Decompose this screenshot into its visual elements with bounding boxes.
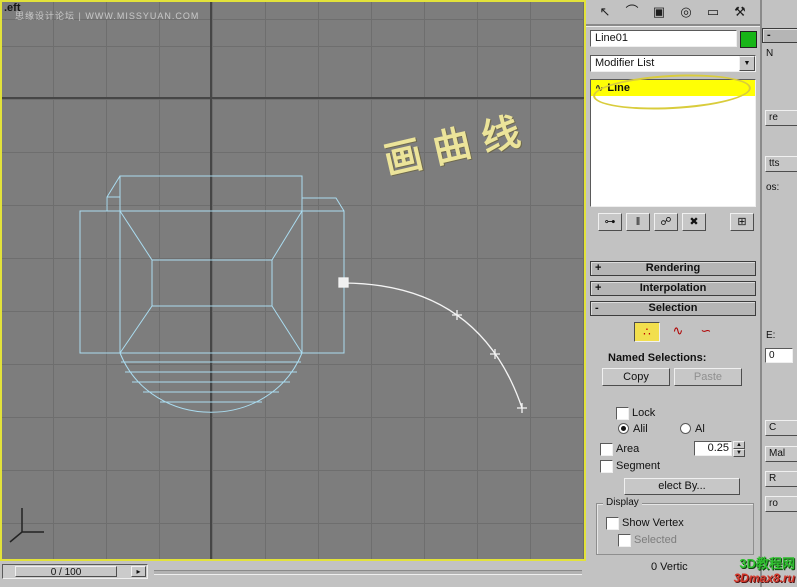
- watermark-line1: 3D教程网: [739, 556, 795, 571]
- modifier-stack-list[interactable]: ∿ Line: [590, 79, 756, 207]
- display-group-title: Display: [603, 497, 642, 508]
- viewport-geometry: [9, 175, 527, 543]
- select-arrow-icon[interactable]: ↖: [592, 2, 618, 22]
- strip-button[interactable]: C: [765, 420, 797, 436]
- strip-value-field[interactable]: 0: [765, 348, 793, 363]
- rollout-rendering-title: Rendering: [645, 262, 701, 274]
- line-modifier-icon: ∿: [595, 83, 604, 94]
- spline-vertex-markers: [338, 277, 527, 413]
- strip-button[interactable]: R: [765, 471, 797, 487]
- segment-subobject-icon[interactable]: ∿: [666, 322, 690, 342]
- remove-modifier-icon[interactable]: ✖: [682, 213, 706, 231]
- collapse-minus-icon: -: [767, 29, 771, 41]
- segment-checkbox[interactable]: [600, 460, 613, 473]
- strip-button[interactable]: Mal: [765, 446, 797, 462]
- area-label: Area: [616, 443, 640, 455]
- spline-subobject-icon[interactable]: ∽: [694, 322, 718, 342]
- configure-modifier-sets-icon[interactable]: ⊞: [730, 213, 754, 231]
- spinner-up-icon[interactable]: ▲: [733, 441, 745, 449]
- modify-tab-icon[interactable]: ⌒: [619, 2, 645, 22]
- strip-label: os:: [766, 182, 780, 193]
- modifier-stack-item-label: Line: [607, 82, 631, 94]
- 3dsmax-window: .eft 思缘设计论坛 | WWW.MISSYUAN.COM 画曲线 ↖ ⌒ ▣…: [0, 0, 797, 587]
- selected-only-checkbox[interactable]: [618, 534, 631, 547]
- axis-tripod-icon: [9, 508, 44, 543]
- display-tab-icon[interactable]: ▭: [700, 2, 726, 22]
- right-panel-strip: - N re tts os: E: 0 C Mal R ro: [760, 0, 797, 587]
- vertex-start-marker: [338, 277, 349, 288]
- area-threshold-field[interactable]: 0.25: [694, 441, 732, 456]
- vertex-plus-marker: [517, 403, 527, 413]
- track-bar-groove: [154, 570, 582, 575]
- watermark-missyuan: 思缘设计论坛 | WWW.MISSYUAN.COM: [15, 11, 200, 21]
- show-vertex-checkbox[interactable]: [606, 517, 619, 530]
- all-radio[interactable]: [680, 423, 691, 434]
- time-slider-track[interactable]: 0 / 100 ▸: [2, 564, 148, 579]
- rollout-interpolation-title: Interpolation: [639, 282, 707, 294]
- vertex-subobject-button[interactable]: ∴: [634, 322, 660, 342]
- alike-radio[interactable]: [618, 423, 629, 434]
- motion-tab-icon[interactable]: ◎: [673, 2, 699, 22]
- box-unfold-wireframe: [79, 175, 345, 413]
- object-name-field[interactable]: Line01: [590, 30, 737, 47]
- show-vertex-label: Show Vertex: [622, 517, 684, 529]
- make-unique-icon[interactable]: ☍: [654, 213, 678, 231]
- time-slider-bar: 0 / 100 ▸: [0, 561, 586, 587]
- rollout-rendering[interactable]: + Rendering: [590, 261, 756, 276]
- spinner-down-icon[interactable]: ▼: [733, 449, 745, 457]
- rollout-selection[interactable]: - Selection: [590, 301, 756, 316]
- strip-rollout-header[interactable]: -: [762, 28, 797, 43]
- vertex-plus-marker: [452, 310, 462, 320]
- strip-button[interactable]: ro: [765, 496, 797, 512]
- utilities-tab-icon[interactable]: ⚒: [727, 2, 753, 22]
- rollout-selection-title: Selection: [648, 302, 698, 314]
- segment-label: Segment: [616, 460, 661, 472]
- chevron-down-icon[interactable]: ▼: [739, 56, 755, 71]
- strip-button[interactable]: re: [765, 110, 797, 126]
- watermark-3dmax8: 3D教程网 3Dmax8.ru: [733, 556, 795, 586]
- named-selections-label: Named Selections:: [608, 352, 707, 364]
- area-checkbox[interactable]: [600, 443, 613, 456]
- time-slider-handle[interactable]: 0 / 100: [15, 566, 117, 577]
- strip-button[interactable]: tts: [765, 156, 797, 172]
- rollout-interpolation[interactable]: + Interpolation: [590, 281, 756, 296]
- paste-button[interactable]: Paste: [674, 368, 742, 386]
- strip-label: N: [766, 48, 774, 59]
- next-frame-arrow-icon[interactable]: ▸: [131, 566, 146, 577]
- watermark-line2: 3Dmax8.ru: [733, 571, 795, 585]
- object-color-swatch[interactable]: [740, 31, 757, 48]
- pin-stack-icon[interactable]: ⊶: [598, 213, 622, 231]
- all-radio-label: Al: [695, 423, 705, 435]
- selected-only-label: Selected: [634, 534, 677, 546]
- expand-plus-icon: +: [595, 262, 602, 274]
- lock-checkbox[interactable]: [616, 407, 629, 420]
- select-by-button[interactable]: elect By...: [624, 478, 740, 495]
- strip-label: E:: [766, 330, 776, 341]
- lock-label: Lock: [632, 407, 656, 419]
- viewport-left[interactable]: .eft 思缘设计论坛 | WWW.MISSYUAN.COM 画曲线: [0, 0, 586, 561]
- expand-plus-icon: +: [595, 282, 602, 294]
- show-end-result-icon[interactable]: ‖: [626, 213, 650, 231]
- status-prompt-text: 0 Vertic: [651, 561, 688, 573]
- modifier-list-dropdown[interactable]: Modifier List: [590, 55, 756, 72]
- copy-button[interactable]: Copy: [602, 368, 670, 386]
- spline-curve: [343, 282, 523, 409]
- hierarchy-tab-icon[interactable]: ▣: [646, 2, 672, 22]
- alike-radio-label: Alil: [633, 423, 648, 435]
- collapse-minus-icon: -: [595, 302, 599, 314]
- modifier-stack-item-line[interactable]: ∿ Line: [591, 80, 755, 96]
